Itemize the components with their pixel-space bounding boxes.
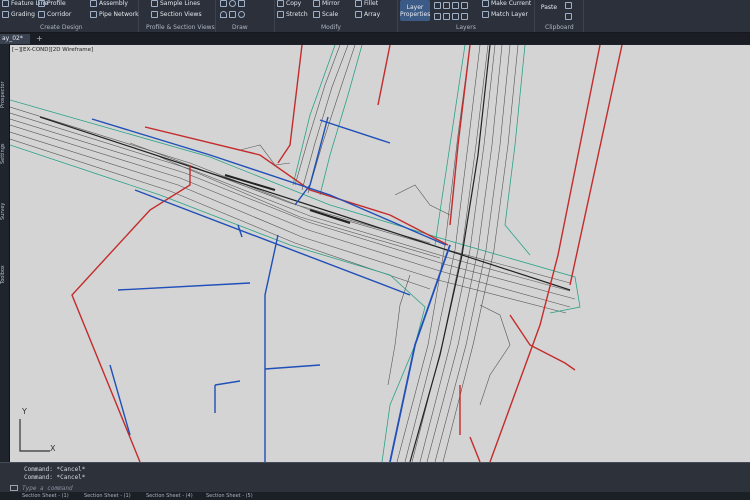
draw-tools-row2[interactable] (220, 11, 245, 18)
ucs-x-label: X (50, 444, 56, 453)
layout-tab-3[interactable]: Section Sheet - (4) (146, 492, 193, 500)
layer-properties-button[interactable]: Layer Properties (400, 0, 430, 21)
stretch-button[interactable]: Stretch (277, 11, 308, 18)
pipe-network-icon (90, 11, 97, 18)
layout-tab-2[interactable]: Section Sheet - (1) (84, 492, 131, 500)
layers-title[interactable]: Layers (456, 24, 476, 31)
array-icon (355, 11, 362, 18)
circle-icon (229, 0, 236, 7)
clipboard-tools-2[interactable] (565, 13, 572, 20)
sample-lines-button[interactable]: Sample Lines (151, 0, 200, 7)
layer-tools-row1[interactable] (434, 2, 468, 9)
mirror-button[interactable]: Mirror (313, 0, 340, 7)
layers-panel: Layer Properties Make Current Match Laye… (398, 0, 535, 32)
scale-icon (313, 11, 320, 18)
contour-lines (10, 45, 576, 462)
command-history-line-2: Command: *Cancel* (24, 474, 86, 481)
layer-freeze-icon (452, 2, 459, 9)
viewport-controls-label[interactable]: [−][EX-COND][2D Wireframe] (12, 47, 93, 53)
paste-button[interactable]: Paste (539, 0, 559, 20)
layer-isolate-icon (443, 2, 450, 9)
assembly-button[interactable]: Assembly (90, 0, 128, 7)
toolbox-tab[interactable]: Toolbox (0, 259, 9, 291)
section-views-button[interactable]: Section Views (151, 11, 202, 18)
pipe-network-button[interactable]: Pipe Network (90, 11, 139, 18)
section-views-icon (151, 11, 158, 18)
array-button[interactable]: Array (355, 11, 380, 18)
clipboard-panel: Paste Clipboard (535, 0, 584, 32)
property-lines (71, 45, 623, 462)
match-layer-icon (482, 11, 489, 18)
assembly-icon (90, 0, 97, 7)
clipboard-tools[interactable] (565, 2, 572, 9)
draw-panel: Draw (216, 0, 275, 32)
layout-tab-4[interactable]: Section Sheet - (5) (206, 492, 253, 500)
layer-unlock-icon (461, 13, 468, 20)
mirror-icon (313, 0, 320, 7)
command-line: Command: *Cancel* Command: *Cancel* Type… (0, 462, 750, 493)
grading-button[interactable]: Grading (2, 11, 35, 18)
rectangle-icon (238, 0, 245, 7)
layer-thaw-icon (452, 13, 459, 20)
pipe-network (91, 116, 451, 462)
drawing-viewport[interactable]: [−][EX-COND][2D Wireframe] Y X (10, 45, 750, 462)
ellipse-icon (238, 11, 245, 18)
hatch-icon (229, 11, 236, 18)
layer-on-icon (434, 13, 441, 20)
palette-tabs: Prospector Settings Survey Toolbox (0, 44, 10, 462)
prospector-tab[interactable]: Prospector (0, 72, 9, 117)
corridor-button[interactable]: Corridor (38, 11, 71, 18)
copy-icon (277, 0, 284, 7)
layout-tabs-bar: Section Sheet - (1) Section Sheet - (1) … (0, 492, 750, 500)
cut-icon (565, 13, 572, 20)
new-tab-button[interactable]: + (36, 33, 43, 44)
drawing-file-tab[interactable]: ay_02* (0, 34, 30, 44)
fillet-button[interactable]: Fillet (355, 0, 378, 7)
polyline-icon (220, 0, 227, 7)
draw-tools-row1[interactable] (220, 0, 245, 7)
ucs-icon: Y X (16, 407, 56, 459)
copy-clip-icon (565, 2, 572, 9)
profile-icon (38, 0, 45, 7)
ucs-y-label: Y (22, 407, 27, 416)
layer-unisolate-icon (443, 13, 450, 20)
create-design-panel: Feature Line Profile Assembly Grading Co… (0, 0, 139, 32)
draw-title[interactable]: Draw (232, 24, 248, 31)
grading-icon (2, 11, 9, 18)
command-input[interactable]: Type a command (22, 485, 742, 492)
arc-icon (220, 11, 227, 18)
layer-off-icon (434, 2, 441, 9)
survey-tab[interactable]: Survey (0, 196, 9, 226)
make-current-button[interactable]: Make Current (482, 0, 531, 7)
feature-line-icon (2, 0, 9, 7)
layer-lock-icon (461, 2, 468, 9)
modify-panel: Copy Mirror Fillet Stretch Scale Array M… (275, 0, 398, 32)
clipboard-title[interactable]: Clipboard (545, 24, 574, 31)
sample-lines-icon (151, 0, 158, 7)
layout-tab-1[interactable]: Section Sheet - (1) (22, 492, 69, 500)
settings-tab[interactable]: Settings (0, 136, 9, 171)
drawing-canvas[interactable] (10, 45, 750, 462)
create-design-title[interactable]: Create Design (40, 24, 83, 31)
copy-button[interactable]: Copy (277, 0, 301, 7)
command-icon (10, 485, 18, 491)
scale-button[interactable]: Scale (313, 11, 338, 18)
profile-section-title[interactable]: Profile & Section Views (146, 24, 215, 31)
ribbon: Feature Line Profile Assembly Grading Co… (0, 0, 750, 33)
command-history-line-1: Command: *Cancel* (24, 466, 86, 473)
fillet-icon (355, 0, 362, 7)
corridor-icon (38, 11, 45, 18)
modify-title[interactable]: Modify (321, 24, 341, 31)
layer-tools-row2[interactable] (434, 13, 468, 20)
make-current-icon (482, 0, 489, 7)
stretch-icon (277, 11, 284, 18)
profile-button[interactable]: Profile (38, 0, 66, 7)
file-tab-strip: ay_02* + (0, 33, 750, 44)
match-layer-button[interactable]: Match Layer (482, 11, 528, 18)
profile-section-panel: Sample Lines Section Views Profile & Sec… (139, 0, 216, 32)
